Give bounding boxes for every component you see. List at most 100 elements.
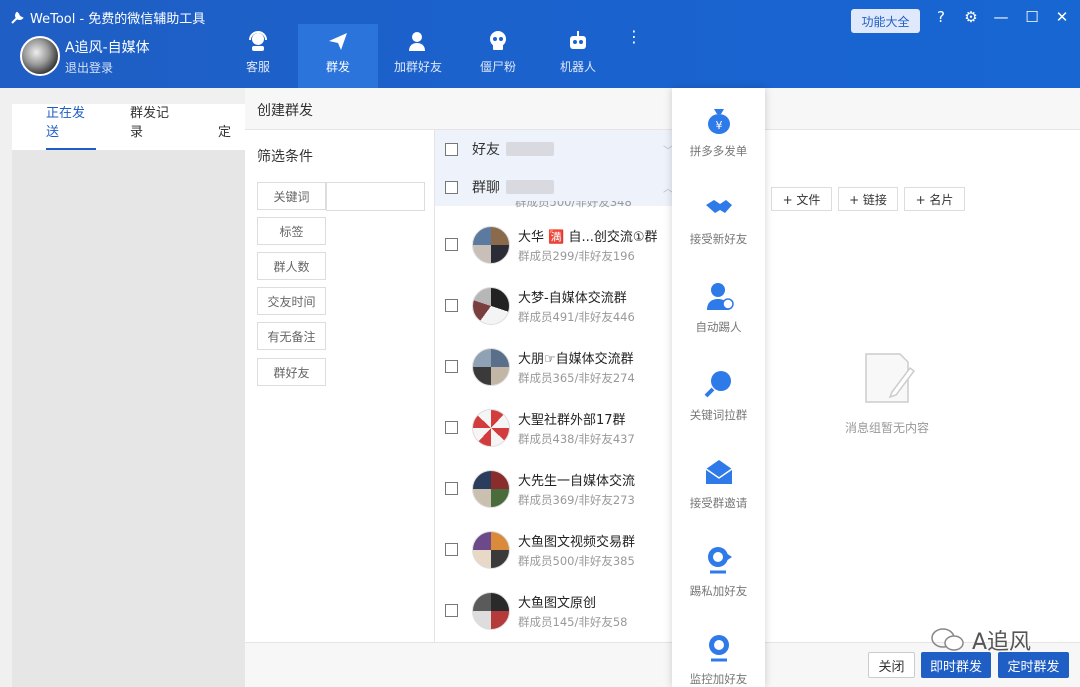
skull-icon [490, 31, 506, 50]
chevron-down-icon[interactable]: ﹀ [663, 142, 672, 157]
group-stats: 群成员299/非好友196 [518, 248, 635, 263]
menu-item-kick-private[interactable]: 踢私加好友 [672, 528, 765, 616]
list-item[interactable]: 大先生一自媒体交流 群成员369/非好友273 [435, 458, 672, 519]
user-name: A追风-自媒体 [65, 40, 150, 56]
maximize-icon[interactable]: ☐ [1021, 8, 1043, 26]
group-name: 大华 🈵 自...创交流①群 [518, 229, 658, 245]
menu-item-accept-invite[interactable]: 接受群邀请 [672, 440, 765, 528]
group-name: 大聖社群外部17群 [518, 412, 626, 428]
nav-item-qunfa[interactable]: 群发 [298, 24, 378, 88]
filter-keyword[interactable]: 关键词 [257, 182, 326, 210]
item-checkbox[interactable] [445, 604, 458, 617]
nav-label: 加群好友 [393, 60, 442, 74]
menu-label: 拼多多发单 [689, 144, 748, 158]
list-item[interactable]: 大聖社群外部17群 群成员438/非好友437 [435, 397, 672, 458]
group-stats: 群成员491/非好友446 [518, 309, 635, 324]
list-item[interactable]: 大梦-自媒体交流群 群成员491/非好友446 [435, 275, 672, 336]
tab-history[interactable]: 群发记录 [96, 102, 194, 150]
item-checkbox[interactable] [445, 238, 458, 251]
filter-remark[interactable]: 有无备注 [257, 322, 326, 350]
dialog-header: 创建群发 [245, 88, 1080, 130]
empty-document-icon [865, 353, 916, 403]
menu-label: 踢私加好友 [689, 584, 748, 598]
category-friends[interactable]: 好友 [435, 130, 672, 168]
webcam-icon [707, 547, 732, 574]
help-icon[interactable]: ? [930, 8, 952, 26]
menu-item-auto-kick[interactable]: 自动踢人 [672, 264, 765, 352]
feature-list-button[interactable]: 功能大全 [851, 9, 920, 33]
group-avatar [472, 347, 510, 386]
group-stats: 群成员365/非好友274 [518, 370, 635, 385]
group-avatar [472, 469, 510, 508]
more-icon[interactable]: ⋮ [618, 24, 650, 88]
paper-plane-icon [329, 33, 347, 50]
filter-group-friend[interactable]: 群好友 [257, 358, 326, 386]
item-checkbox[interactable] [445, 421, 458, 434]
add-file-button[interactable]: + 文件 [771, 187, 832, 211]
list-item[interactable]: 大华 🈵 自...创交流①群 群成员299/非好友196 [435, 214, 672, 275]
item-checkbox[interactable] [445, 543, 458, 556]
menu-item-keyword-group[interactable]: 关键词拉群 [672, 352, 765, 440]
keyword-input[interactable] [326, 182, 425, 211]
nav-label: 僵尸粉 [479, 60, 516, 74]
filter-panel: 筛选条件 关键词 标签 群人数 交友时间 有无备注 群好友 [245, 130, 435, 642]
list-item[interactable]: 大朋☞自媒体交流群 群成员365/非好友274 [435, 336, 672, 397]
money-bag-icon: ¥ [707, 109, 730, 134]
chevron-up-icon[interactable]: ︿ [663, 180, 672, 195]
group-name: 大朋☞自媒体交流群 [518, 351, 634, 367]
robot-icon [570, 31, 586, 49]
blurred-count [506, 142, 554, 156]
page-tabs: 正在发送 群发记录 定 [12, 104, 245, 150]
category-label: 群聊 [472, 180, 500, 196]
wrench-icon [11, 11, 24, 24]
item-checkbox[interactable] [445, 482, 458, 495]
add-card-button[interactable]: + 名片 [904, 187, 965, 211]
create-broadcast-dialog: 创建群发 筛选条件 关键词 标签 群人数 交友时间 有无备注 群好友 好友 群聊… [245, 88, 1080, 687]
settings-icon[interactable]: ⚙ [960, 8, 982, 26]
filter-friend-time[interactable]: 交友时间 [257, 287, 326, 315]
nav-item-zombie[interactable]: 僵尸粉 [458, 24, 538, 88]
item-checkbox[interactable] [445, 360, 458, 373]
nav-item-robot[interactable]: 机器人 [538, 24, 618, 88]
monitor-cam-icon [708, 635, 729, 662]
menu-label: 接受群邀请 [689, 496, 748, 510]
logout-link[interactable]: 退出登录 [65, 59, 113, 76]
wechat-icon [931, 628, 964, 651]
minimize-icon[interactable]: — [990, 8, 1012, 26]
list-item[interactable]: 大鱼图文原创 群成员145/非好友58 [435, 580, 672, 641]
avatar[interactable] [20, 36, 60, 76]
close-button[interactable]: 关闭 [868, 652, 915, 678]
menu-label: 监控加好友 [689, 672, 748, 686]
close-window-icon[interactable]: ✕ [1051, 8, 1073, 26]
watermark: A追风 [930, 624, 1031, 656]
add-link-button[interactable]: + 链接 [838, 187, 898, 211]
filter-title: 筛选条件 [257, 149, 313, 165]
category-label: 好友 [472, 142, 500, 158]
feature-side-menu: ¥ 拼多多发单 接受新好友 自动踢人 关键词拉群 接受群邀请 踢私加好友 监控加… [672, 88, 765, 687]
group-avatar [472, 225, 510, 264]
group-avatar [472, 530, 510, 569]
handshake-icon [705, 200, 732, 213]
menu-item-pdd[interactable]: ¥ 拼多多发单 [672, 88, 765, 176]
menu-item-accept-friend[interactable]: 接受新好友 [672, 176, 765, 264]
menu-label: 关键词拉群 [689, 408, 748, 422]
friends-checkbox[interactable] [445, 142, 458, 156]
list-item[interactable]: 大鱼图文视频交易群 群成员500/非好友385 [435, 519, 672, 580]
group-avatar [472, 591, 510, 630]
envelope-icon [705, 460, 732, 484]
filter-tag[interactable]: 标签 [257, 217, 326, 245]
groups-checkbox[interactable] [445, 180, 458, 194]
group-avatar [472, 408, 510, 447]
nav-item-kefu[interactable]: 客服 [218, 24, 298, 88]
menu-label: 接受新好友 [689, 232, 748, 246]
item-checkbox[interactable] [445, 299, 458, 312]
group-name: 大鱼图文原创 [518, 595, 597, 611]
tab-scheduled[interactable]: 定 [194, 121, 245, 150]
headset-icon [249, 31, 267, 51]
nav-label: 客服 [245, 60, 270, 74]
filter-group-size[interactable]: 群人数 [257, 252, 326, 280]
nav-item-add-friend[interactable]: 加群好友 [378, 24, 458, 88]
menu-item-monitor-friend[interactable]: 监控加好友 [672, 616, 765, 687]
tab-sending[interactable]: 正在发送 [46, 102, 96, 150]
menu-label: 自动踢人 [695, 320, 742, 334]
